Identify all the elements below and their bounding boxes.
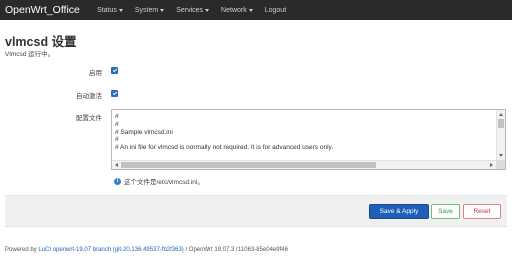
- horizontal-scroll-thumb[interactable]: [121, 162, 376, 168]
- autostart-label: 自动激活: [76, 93, 102, 100]
- top-navbar: OpenWrt_Office Status System Services Ne…: [0, 0, 512, 20]
- enable-label: 启用: [89, 70, 102, 77]
- nav-services-label: Services: [176, 6, 204, 14]
- scroll-up-icon[interactable]: [499, 113, 503, 116]
- save-button[interactable]: Save: [431, 204, 460, 219]
- footer-openwrt-version: / OpenWrt 19.07.3 r11063-85e04e9f46: [183, 247, 288, 253]
- nav-services[interactable]: Services: [176, 6, 210, 14]
- nav-system-label: System: [134, 6, 159, 14]
- chevron-down-icon: [248, 8, 253, 12]
- chevron-down-icon: [118, 8, 123, 12]
- reset-button[interactable]: Reset: [463, 204, 501, 219]
- scroll-down-icon[interactable]: [499, 154, 503, 157]
- chevron-down-icon: [205, 8, 210, 12]
- checkmark-icon: [112, 90, 117, 96]
- nav-network-label: Network: [221, 6, 247, 14]
- nav-status-label: Status: [97, 6, 117, 14]
- footer: Powered by LuCI openwrt-19.07 branch (gi…: [5, 247, 288, 253]
- horizontal-scrollbar[interactable]: [112, 160, 496, 169]
- nav-network[interactable]: Network: [221, 7, 253, 14]
- checkmark-icon: [112, 67, 117, 73]
- chevron-down-icon: [160, 8, 165, 12]
- scroll-left-icon[interactable]: [115, 163, 118, 167]
- form-actions-bar: Save & Apply Save Reset: [5, 195, 507, 227]
- scrollbar-corner: [496, 160, 505, 169]
- config-file-content[interactable]: # # # Sample vlmcsd.ini # # An ini file …: [115, 113, 493, 159]
- save-apply-button[interactable]: Save & Apply: [369, 204, 429, 219]
- config-file-hint: i 这个文件是/etc/vlmcsd.ini。: [114, 176, 204, 186]
- footer-powered-by: Powered by: [5, 247, 39, 253]
- enable-checkbox[interactable]: [111, 67, 118, 74]
- config-file-label: 配置文件: [76, 115, 102, 122]
- info-icon: i: [114, 177, 121, 185]
- vertical-scrollbar[interactable]: [496, 110, 505, 160]
- config-file-textarea[interactable]: # # # Sample vlmcsd.ini # # An ini file …: [111, 109, 506, 170]
- luci-version-link[interactable]: LuCI openwrt-19.07 branch (git-20.136.49…: [38, 247, 183, 253]
- nav-status[interactable]: Status: [97, 7, 123, 14]
- brand-title[interactable]: OpenWrt_Office: [5, 4, 91, 16]
- nav-system[interactable]: System: [134, 6, 165, 14]
- nav-logout-label: Logout: [264, 6, 287, 14]
- vertical-scroll-thumb[interactable]: [498, 119, 504, 128]
- nav-logout[interactable]: Logout: [265, 7, 286, 14]
- service-status-text: Vlmcsd 运行中。: [5, 51, 55, 58]
- autostart-checkbox[interactable]: [111, 90, 118, 97]
- scroll-right-icon[interactable]: [490, 163, 493, 167]
- config-file-hint-text: 这个文件是/etc/vlmcsd.ini。: [124, 179, 204, 186]
